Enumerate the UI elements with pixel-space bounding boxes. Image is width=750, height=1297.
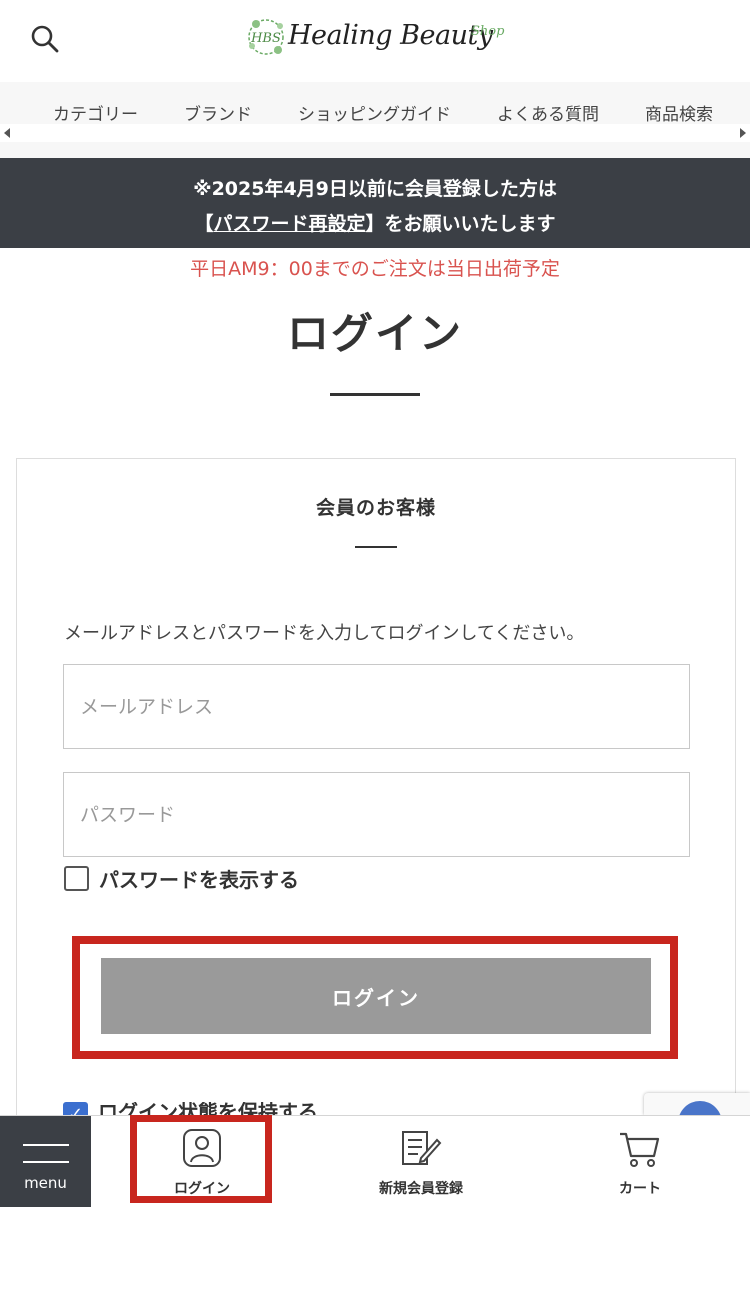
blank-area [0,1207,750,1297]
nav-item-category[interactable]: カテゴリー [53,100,138,126]
scroll-left-arrow-icon[interactable] [4,128,10,138]
tab-cart[interactable]: カート [580,1116,700,1207]
bottom-tab-bar: menu ログイン 新規会員登録 カート [0,1115,750,1207]
nav-item-product-search[interactable]: 商品検索 [645,100,713,126]
show-password-label: パスワードを表示する [99,867,299,892]
password-reset-link[interactable]: パスワード再設定 [213,213,365,235]
svg-text:HBS: HBS [250,31,281,46]
member-section-title: 会員のお客様 [315,497,436,519]
menu-label: menu [24,1174,67,1192]
search-icon[interactable] [28,22,62,56]
show-password-checkbox[interactable] [64,865,89,891]
notice-bracket-close: 】 [365,213,385,235]
login-tab-highlight [130,1115,272,1203]
register-form-icon [402,1131,442,1165]
hamburger-icon [23,1144,69,1164]
title-divider [330,393,420,396]
tab-register-label: 新規会員登録 [379,1181,463,1197]
login-button[interactable]: ログイン [101,958,651,1034]
recaptcha-icon [678,1101,722,1115]
page-title: ログイン [286,309,463,358]
nav-item-brand[interactable]: ブランド [184,100,252,126]
notice-line-1: ※2025年4月9日以前に会員登録した方は [193,178,557,200]
scroll-right-arrow-icon[interactable] [740,128,746,138]
nav-item-shopping-guide[interactable]: ショッピングガイド [298,100,451,126]
site-header: HBS Healing Beauty Shop [0,0,750,82]
tab-register[interactable]: 新規会員登録 [352,1116,490,1207]
menu-button[interactable]: menu [0,1116,91,1207]
password-field[interactable] [63,772,690,857]
remember-login-checkbox[interactable]: ✓ [63,1102,88,1116]
notice-bracket-open: 【 [194,213,214,235]
remember-login-toggle[interactable]: ✓ ログイン状態を保持する [63,1102,318,1116]
remember-login-label: ログイン状態を保持する [98,1102,318,1116]
site-logo[interactable]: HBS Healing Beauty Shop [244,12,510,64]
logo-emblem-icon: HBS [248,19,284,55]
email-field[interactable] [63,664,690,749]
logo-text: Healing Beauty [288,20,493,51]
notice-line-2-text: をお願いいたします [384,213,556,235]
login-instructions: メールアドレスとパスワードを入力してログインしてください。 [64,623,585,644]
member-section-divider [355,546,397,548]
logo-shop-text: Shop [471,24,505,39]
shipping-note: 平日AM9：00までのご注文は当日出荷予定 [190,258,560,280]
category-nav: カテゴリー ブランド ショッピングガイド よくある質問 商品検索 [0,82,750,158]
tab-cart-label: カート [619,1181,661,1197]
nav-items: カテゴリー ブランド ショッピングガイド よくある質問 商品検索 [0,100,750,126]
nav-item-faq[interactable]: よくある質問 [497,100,599,126]
nav-scrollbar[interactable] [0,124,750,142]
show-password-toggle[interactable]: パスワードを表示する [64,863,299,893]
notice-banner: ※2025年4月9日以前に会員登録した方は 【パスワード再設定】をお願いいたしま… [0,158,750,248]
notice-line-2: 【パスワード再設定】をお願いいたします [0,209,750,236]
recaptcha-badge[interactable] [644,1093,750,1115]
cart-icon [620,1132,660,1167]
